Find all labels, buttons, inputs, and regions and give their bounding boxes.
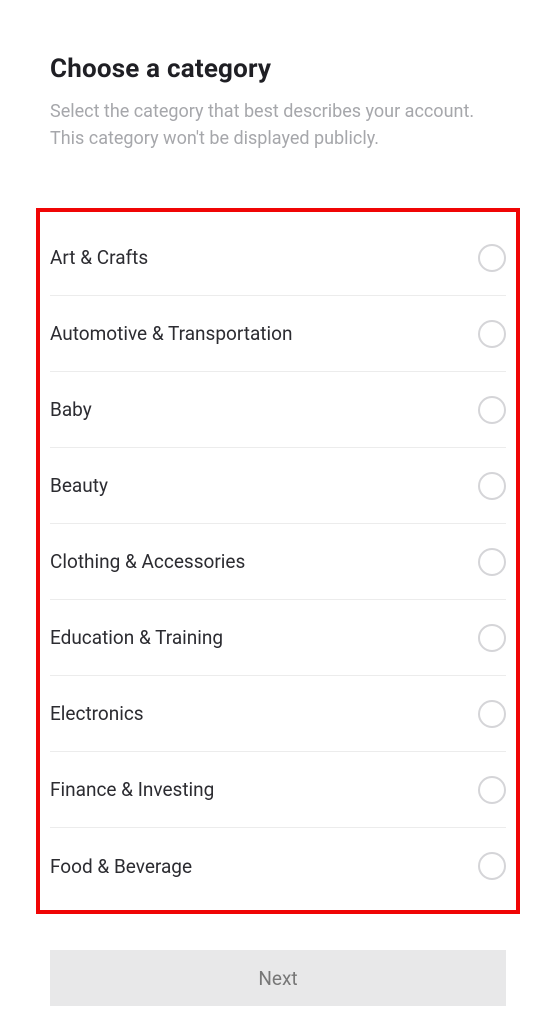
category-label: Electronics [50,702,144,725]
category-row-art-crafts[interactable]: Art & Crafts [50,220,506,296]
next-button[interactable]: Next [50,950,506,1006]
category-label: Food & Beverage [50,855,192,878]
category-label: Beauty [50,474,108,497]
category-row-clothing[interactable]: Clothing & Accessories [50,524,506,600]
radio-icon [478,852,506,880]
radio-icon [478,624,506,652]
category-page: Choose a category Select the category th… [0,0,556,914]
category-row-food[interactable]: Food & Beverage [50,828,506,904]
radio-icon [478,472,506,500]
category-list: Art & Crafts Automotive & Transportation… [36,208,520,914]
category-row-automotive[interactable]: Automotive & Transportation [50,296,506,372]
radio-icon [478,320,506,348]
category-row-baby[interactable]: Baby [50,372,506,448]
page-subtitle: Select the category that best describes … [50,98,506,152]
radio-icon [478,776,506,804]
next-button-label: Next [258,967,297,990]
category-label: Education & Training [50,626,223,649]
category-label: Finance & Investing [50,778,214,801]
category-label: Art & Crafts [50,246,148,269]
radio-icon [478,700,506,728]
category-row-education[interactable]: Education & Training [50,600,506,676]
page-title: Choose a category [50,54,506,84]
category-row-finance[interactable]: Finance & Investing [50,752,506,828]
category-label: Clothing & Accessories [50,550,245,573]
category-row-beauty[interactable]: Beauty [50,448,506,524]
radio-icon [478,548,506,576]
radio-icon [478,396,506,424]
category-label: Automotive & Transportation [50,322,292,345]
category-row-electronics[interactable]: Electronics [50,676,506,752]
category-label: Baby [50,398,92,421]
radio-icon [478,244,506,272]
